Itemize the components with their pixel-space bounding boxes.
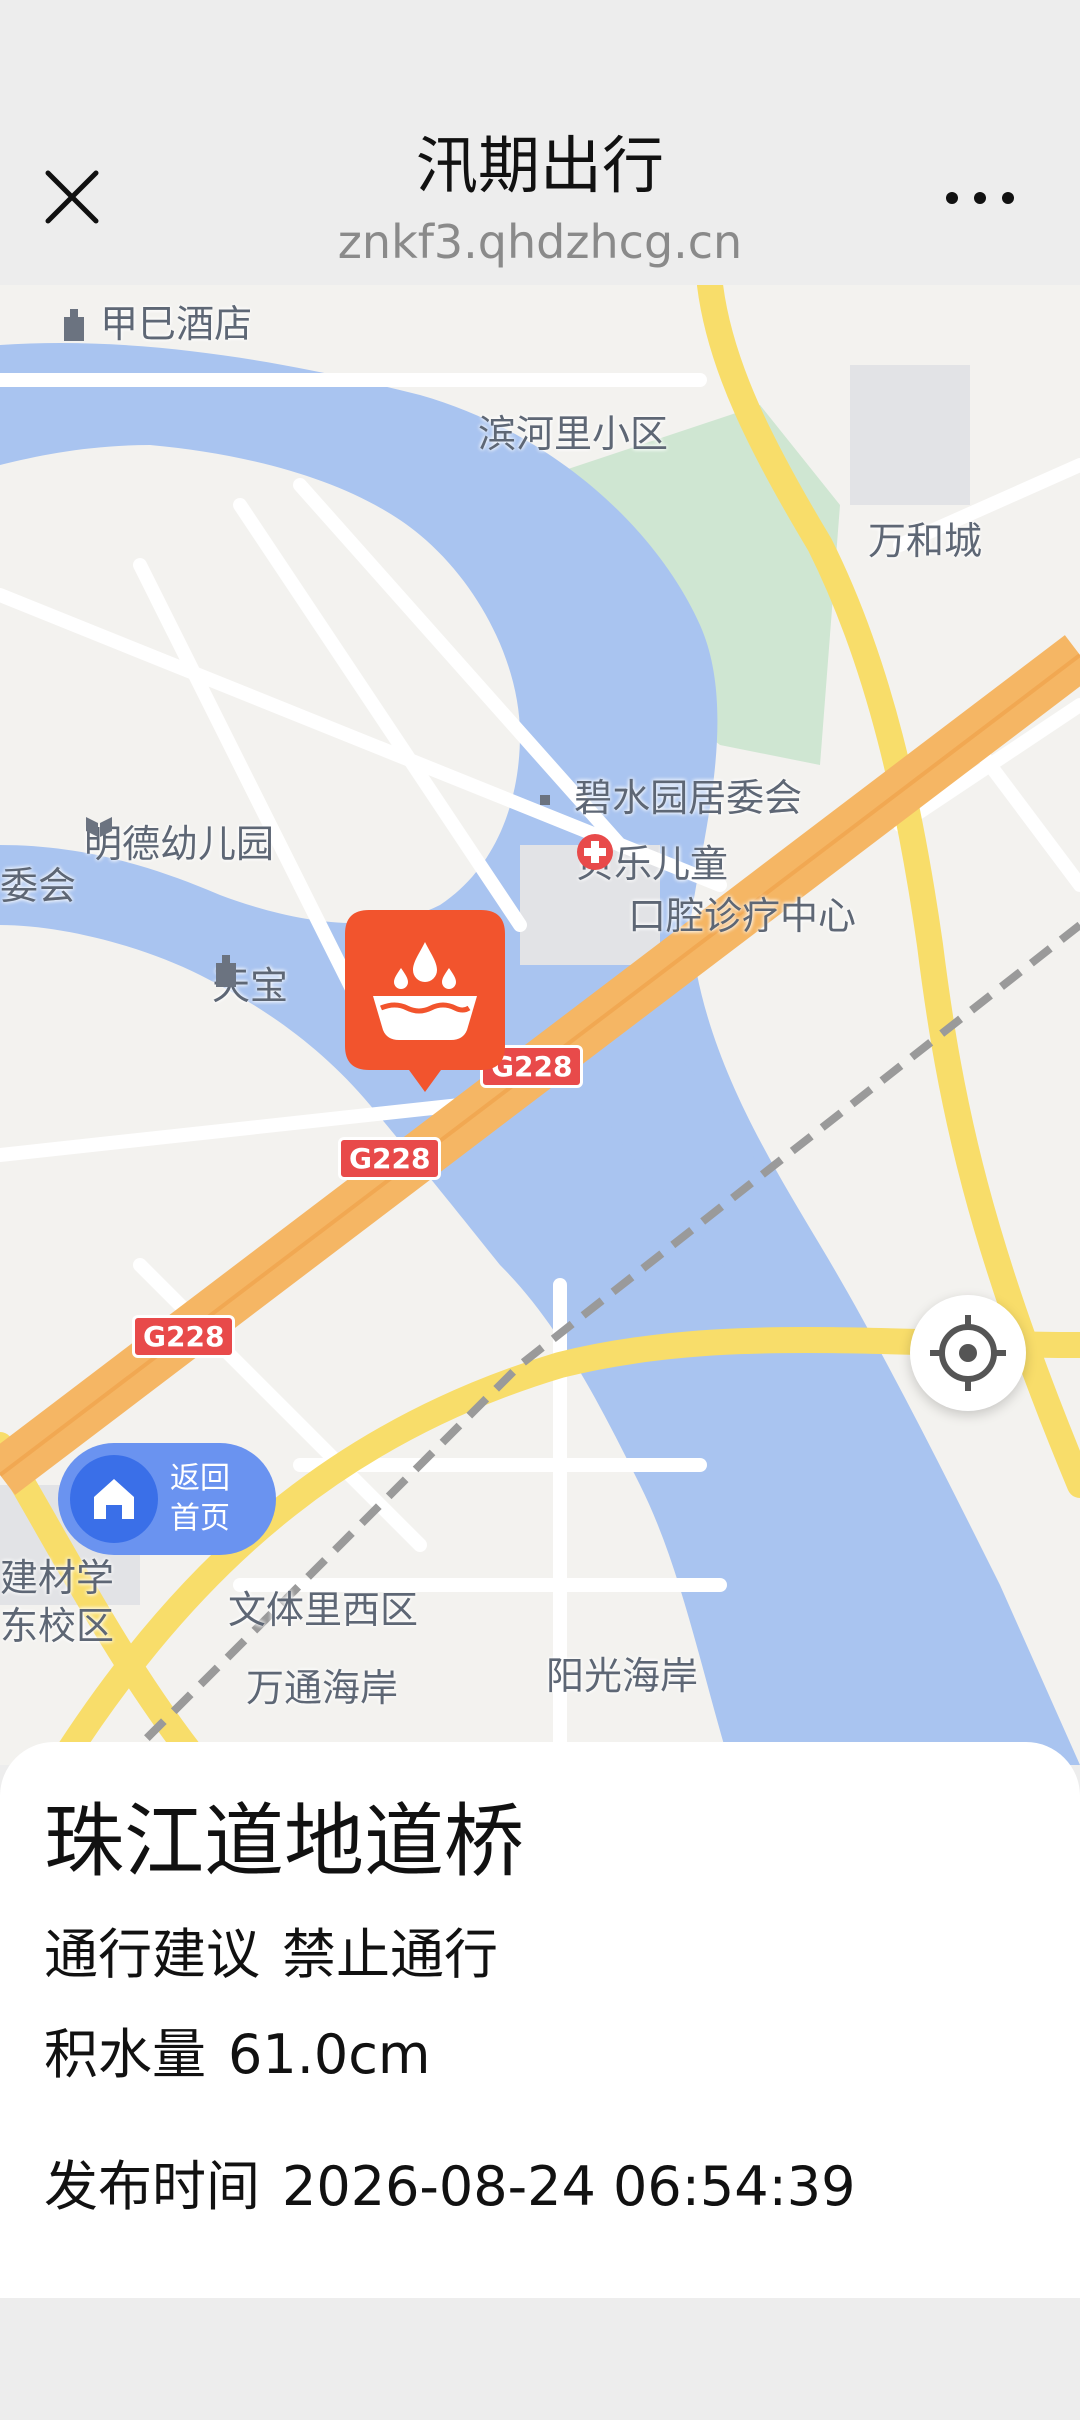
page-domain: znkf3.qhdzhcg.cn — [337, 215, 743, 269]
page-title: 汛期出行 — [415, 129, 664, 202]
map-label: 天宝 — [212, 955, 288, 1010]
building-icon — [64, 309, 84, 341]
label-wanhe: 万和城 — [868, 519, 983, 563]
label-wentili: 文体里西区 — [228, 1588, 419, 1632]
block — [850, 365, 970, 505]
home-line-2: 首页 — [170, 1501, 230, 1536]
label-bishuiyuan: 碧水园居委会 — [574, 776, 803, 820]
location-title: 珠江道地道桥 — [44, 1795, 524, 1888]
water-label: 积水量 — [44, 2023, 206, 2086]
advice-value: 禁止通行 — [282, 1923, 498, 1986]
advice-label: 通行建议 — [44, 1923, 260, 1986]
water-value: 61.0cm — [228, 2023, 431, 2086]
time-label: 发布时间 — [44, 2155, 260, 2218]
label-jiancai-1: 建材学 — [0, 1556, 115, 1600]
map-label: 贝乐儿童 — [576, 833, 728, 888]
home-icon — [70, 1455, 158, 1543]
poi-dot-icon — [540, 795, 550, 805]
info-card: 珠江道地道桥 通行建议 禁止通行 积水量 61.0cm 发布时间 2026-08-24… — [0, 1742, 1080, 2298]
map-label: 明德幼儿园 — [84, 813, 274, 868]
water-row: 积水量 61.0cm — [44, 2020, 431, 2090]
flood-water-icon — [345, 910, 505, 1092]
label-yangguang: 阳光海岸 — [546, 1654, 699, 1698]
label-beile-2: 口腔诊疗中心 — [628, 894, 857, 938]
advice-row: 通行建议 禁止通行 — [44, 1920, 498, 1990]
home-line-1: 返回 — [170, 1461, 230, 1496]
hospital-icon — [577, 834, 613, 870]
label-weihui: 委会 — [0, 864, 77, 908]
road-shield: G228 — [132, 1315, 236, 1358]
crosshair-icon — [930, 1315, 1006, 1391]
time-value: 2026-08-24 06:54:39 — [282, 2155, 856, 2218]
school-icon — [86, 817, 112, 837]
road-shield: G228 — [338, 1137, 442, 1180]
map-label: 碧水园居委会 — [540, 767, 802, 822]
top-bar: 汛期出行 znkf3.qhdzhcg.cn — [0, 0, 1080, 285]
label-binheli: 滨河里小区 — [478, 412, 669, 456]
flood-marker[interactable] — [345, 910, 505, 1095]
map-view[interactable]: 甲巳酒店 滨河里小区 万和城 碧水园居委会 明德幼儿园 委会 贝乐儿童 口腔诊疗… — [0, 285, 1080, 1765]
label-jiancai-2: 东校区 — [0, 1604, 115, 1648]
locate-button[interactable] — [910, 1295, 1026, 1411]
more-icon[interactable] — [940, 178, 1020, 218]
label-wantong: 万通海岸 — [246, 1666, 399, 1710]
time-row: 发布时间 2026-08-24 06:54:39 — [44, 2152, 856, 2222]
back-home-button[interactable]: 返回 首页 — [58, 1443, 276, 1555]
bottom-bar — [0, 2298, 1080, 2420]
map-label: 甲巳酒店 — [60, 293, 252, 348]
home-button-text: 返回 首页 — [170, 1459, 230, 1539]
building-icon — [216, 955, 236, 987]
label-jiasi-hotel: 甲巳酒店 — [100, 302, 253, 346]
